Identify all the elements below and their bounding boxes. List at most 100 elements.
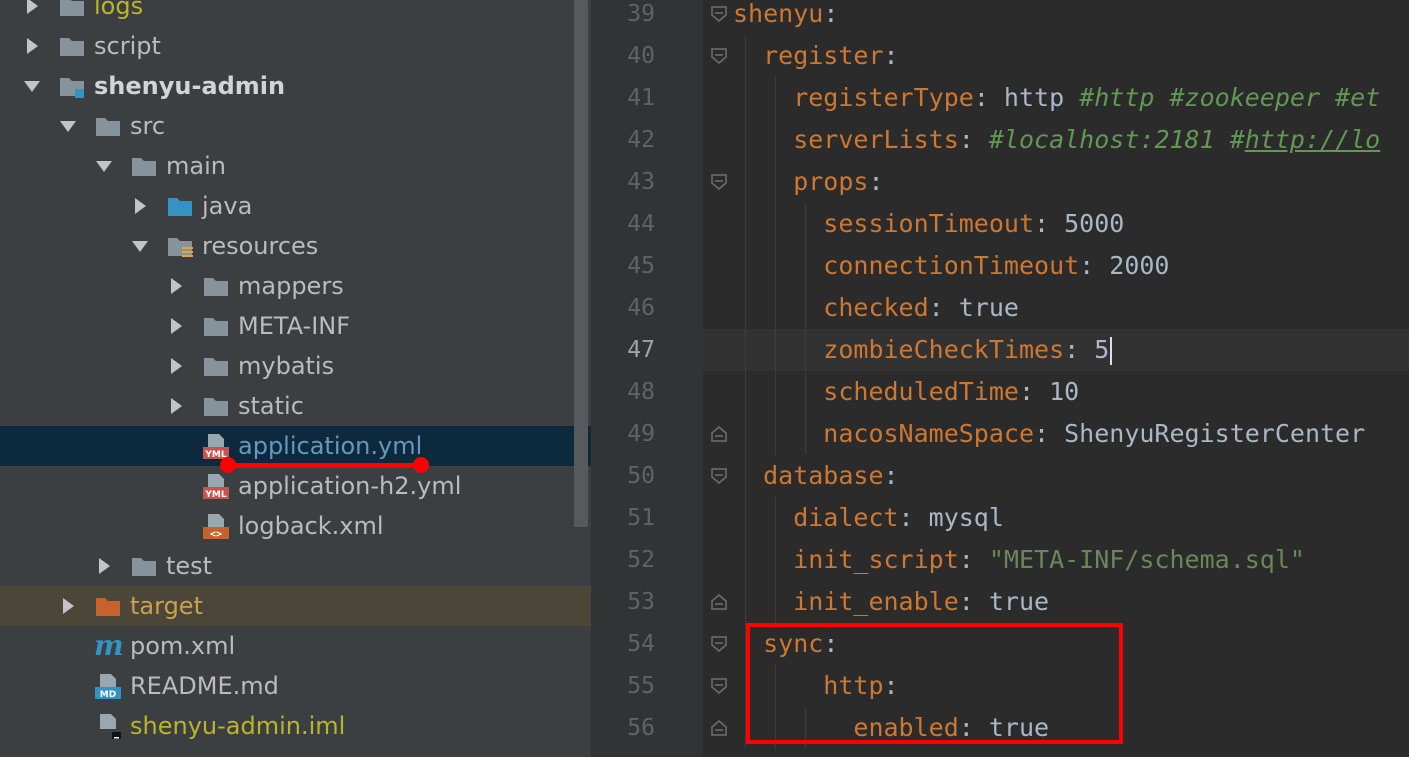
- tree-item-target[interactable]: target: [0, 586, 591, 626]
- code-line[interactable]: scheduledTime: 10: [823, 371, 1079, 413]
- line-number: 53: [627, 589, 655, 615]
- tree-item-label: META-INF: [238, 312, 351, 340]
- tree-item-shenyu-admin[interactable]: shenyu-admin: [0, 66, 591, 106]
- code-token-key: scheduledTime: [823, 377, 1019, 406]
- fold-open-icon[interactable]: [710, 47, 728, 65]
- tree-item-label: script: [94, 32, 161, 60]
- tree-item-mybatis[interactable]: mybatis: [0, 346, 591, 386]
- folder-icon: [202, 352, 230, 380]
- expand-arrow-right-icon[interactable]: [22, 36, 42, 56]
- expand-arrow-down-icon[interactable]: [94, 156, 114, 176]
- code-line[interactable]: connectionTimeout: 2000: [823, 245, 1169, 287]
- indent-guide: [775, 497, 777, 539]
- tree-item-java[interactable]: java: [0, 186, 591, 226]
- code-line[interactable]: nacosNameSpace: ShenyuRegisterCenter: [823, 413, 1365, 455]
- code-line[interactable]: registerType: http #http #zookeeper #et: [793, 77, 1380, 119]
- svg-text:m: m: [94, 632, 124, 660]
- code-token-key: init_enable: [793, 587, 959, 616]
- code-line[interactable]: dialect: mysql: [793, 497, 1004, 539]
- code-line[interactable]: database:: [763, 455, 898, 497]
- fold-close-icon[interactable]: [710, 593, 728, 611]
- folder-icon: [202, 272, 230, 300]
- code-token-val: mysql: [928, 503, 1004, 532]
- tree-item-application-h2-yml[interactable]: YML application-h2.yml: [0, 466, 591, 506]
- indent-guide: [745, 119, 747, 161]
- tree-item-meta-inf[interactable]: META-INF: [0, 306, 591, 346]
- code-token-punct: :: [898, 503, 929, 532]
- indent-guide: [775, 245, 777, 287]
- code-token-num: 5: [1094, 335, 1110, 364]
- line-number: 49: [627, 421, 655, 447]
- expand-arrow-down-icon[interactable]: [22, 76, 42, 96]
- expand-arrow-right-icon[interactable]: [22, 0, 42, 16]
- code-token-key: shenyu: [733, 0, 824, 28]
- tree-item-application-yml[interactable]: YML application.yml: [0, 426, 591, 466]
- indent-guide: [745, 455, 747, 497]
- indent-guide: [805, 203, 807, 245]
- expand-arrow-right-icon[interactable]: [166, 396, 186, 416]
- code-token-val: http: [1003, 83, 1080, 112]
- line-number: 42: [627, 127, 655, 153]
- indent-guide: [775, 581, 777, 623]
- fold-open-icon[interactable]: [710, 5, 728, 23]
- tree-item-shenyu-admin-iml[interactable]: shenyu-admin.iml: [0, 706, 591, 746]
- code-token-punct: :: [883, 41, 899, 70]
- fold-open-icon[interactable]: [710, 677, 728, 695]
- tree-item-label: logs: [94, 0, 144, 20]
- expand-arrow-down-icon[interactable]: [58, 116, 78, 136]
- fold-open-icon[interactable]: [710, 173, 728, 191]
- indent-guide: [745, 371, 747, 413]
- code-token-num: 2000: [1109, 251, 1170, 280]
- code-line[interactable]: props:: [793, 161, 883, 203]
- svg-text:YML: YML: [204, 490, 226, 500]
- code-line[interactable]: serverLists: #localhost:2181 #http://lo: [793, 119, 1380, 161]
- code-line[interactable]: register:: [763, 35, 898, 77]
- line-number: 47: [627, 337, 655, 363]
- line-number: 56: [627, 715, 655, 741]
- expand-arrow-right-icon[interactable]: [166, 356, 186, 376]
- svg-text:<>: <>: [210, 529, 222, 540]
- code-token-punct: :: [823, 0, 839, 28]
- line-number: 52: [627, 547, 655, 573]
- expand-arrow-right-icon[interactable]: [130, 196, 150, 216]
- tree-item-resources[interactable]: resources: [0, 226, 591, 266]
- tree-item-test[interactable]: test: [0, 546, 591, 586]
- code-line[interactable]: checked: true: [823, 287, 1019, 329]
- expand-arrow-right-icon[interactable]: [166, 316, 186, 336]
- tree-item-label: resources: [202, 232, 319, 260]
- yml-file-icon: YML: [202, 472, 230, 500]
- code-token-punct: :: [1018, 377, 1050, 406]
- maven-icon: m: [94, 629, 124, 662]
- tree-item-mappers[interactable]: mappers: [0, 266, 591, 306]
- expand-arrow-down-icon[interactable]: [130, 236, 150, 256]
- fold-open-icon[interactable]: [710, 635, 728, 653]
- svg-text:MD: MD: [100, 690, 116, 700]
- indent-guide: [745, 581, 747, 623]
- indent-guide: [745, 329, 747, 371]
- code-line[interactable]: init_script: "META-INF/schema.sql": [793, 539, 1305, 581]
- expand-arrow-right-icon[interactable]: [166, 276, 186, 296]
- project-tree-scrollbar[interactable]: [574, 0, 588, 527]
- tree-item-logs[interactable]: logs: [0, 0, 591, 26]
- tree-item-script[interactable]: script: [0, 26, 591, 66]
- code-line[interactable]: shenyu:: [733, 0, 838, 35]
- tree-item-src[interactable]: src: [0, 106, 591, 146]
- annotation-underline-end-dot: [413, 457, 429, 473]
- tree-item-static[interactable]: static: [0, 386, 591, 426]
- fold-close-icon[interactable]: [710, 425, 728, 443]
- fold-close-icon[interactable]: [710, 719, 728, 737]
- tree-item-main[interactable]: main: [0, 146, 591, 186]
- line-number: 45: [627, 253, 655, 279]
- code-line[interactable]: sessionTimeout: 5000: [823, 203, 1124, 245]
- code-line[interactable]: zombieCheckTimes: 5: [823, 329, 1113, 371]
- fold-open-icon[interactable]: [710, 467, 728, 485]
- code-line[interactable]: init_enable: true: [793, 581, 1049, 623]
- expand-arrow-right-icon[interactable]: [94, 556, 114, 576]
- tree-item-pom-xml[interactable]: m pom.xml: [0, 626, 591, 666]
- expand-arrow-right-icon[interactable]: [58, 596, 78, 616]
- code-token-num: 10: [1049, 377, 1080, 406]
- tree-item-readme-md[interactable]: MD README.md: [0, 666, 591, 706]
- tree-item-label: application.yml: [238, 432, 423, 460]
- code-token-num: 5000: [1064, 209, 1125, 238]
- tree-item-logback-xml[interactable]: <> logback.xml: [0, 506, 591, 546]
